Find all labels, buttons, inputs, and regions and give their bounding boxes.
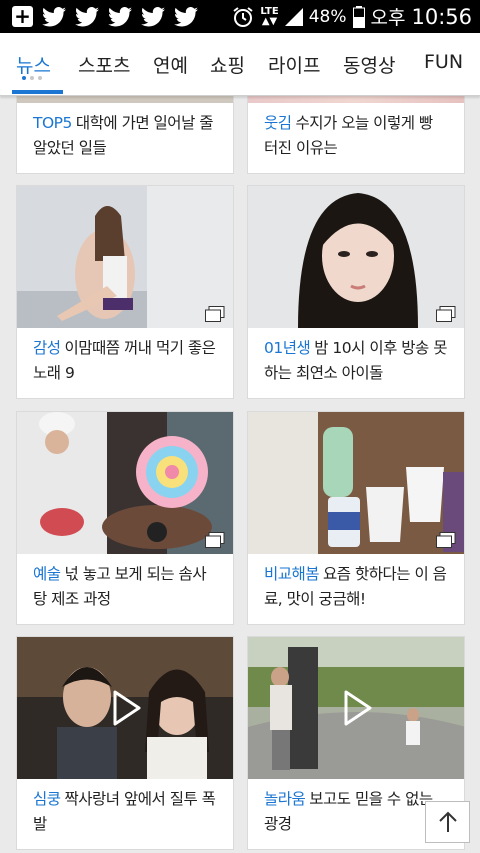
play-icon[interactable] — [334, 686, 378, 730]
card-thumbnail — [248, 637, 464, 779]
card-thumbnail — [17, 412, 233, 554]
twitter-icon — [108, 6, 132, 26]
twitter-icon — [141, 6, 165, 26]
tab-fun[interactable]: FUN — [424, 51, 463, 73]
gallery-icon — [205, 306, 225, 322]
content-card[interactable]: 감성 이맘때쯤 꺼내 먹기 좋은 노래 9 — [16, 185, 234, 399]
add-notification-icon: + — [12, 6, 33, 27]
card-thumbnail — [248, 412, 464, 554]
card-caption: 예술 넋 놓고 보게 되는 솜사탕 제조 과정 — [33, 565, 207, 608]
status-bar: + LTE ▲▼ 48% 오후 10:56 — [0, 0, 480, 33]
time-ampm: 오후 — [370, 7, 406, 29]
card-thumbnail — [17, 186, 233, 328]
clock: 10:56 — [411, 4, 472, 29]
card-caption: 웃김 수지가 오늘 이렇게 빵 터진 이유는 — [264, 114, 433, 157]
card-caption: 비교해봄 요즘 핫하다는 이 음료, 맛이 궁금해! — [264, 565, 447, 608]
content-card[interactable]: 01년생 밤 10시 이후 방송 못하는 최연소 아이돌 — [247, 185, 465, 399]
active-tab-indicator — [12, 90, 63, 94]
content-card[interactable]: 심쿵 짝사랑녀 앞에서 질투 폭발 — [16, 636, 234, 850]
gallery-icon — [205, 532, 225, 548]
card-caption: TOP5 대학에 가면 일어날 줄 알았던 일들 — [33, 114, 214, 157]
twitter-icon — [42, 6, 66, 26]
content-card[interactable]: 예술 넋 놓고 보게 되는 솜사탕 제조 과정 — [16, 411, 234, 625]
card-thumbnail — [17, 637, 233, 779]
scroll-to-top-button[interactable] — [425, 801, 470, 843]
card-caption: 심쿵 짝사랑녀 앞에서 질투 폭발 — [33, 790, 216, 833]
network-type-label: LTE ▲▼ — [260, 5, 279, 27]
gallery-icon — [436, 532, 456, 548]
content-card[interactable]: 비교해봄 요즘 핫하다는 이 음료, 맛이 궁금해! — [247, 411, 465, 625]
card-caption: 감성 이맘때쯤 꺼내 먹기 좋은 노래 9 — [33, 339, 216, 382]
alarm-icon — [233, 6, 253, 27]
play-icon[interactable] — [103, 686, 147, 730]
tab-sports[interactable]: 스포츠 — [78, 51, 130, 78]
tab-video[interactable]: 동영상 — [343, 51, 395, 78]
card-thumbnail — [248, 186, 464, 328]
tab-news[interactable]: 뉴스 — [16, 51, 51, 78]
tab-shopping[interactable]: 쇼핑 — [210, 51, 245, 78]
category-tab-bar: 뉴스 스포츠 연예 쇼핑 라이프 동영상 FUN — [0, 33, 480, 96]
tab-life[interactable]: 라이프 — [268, 51, 320, 78]
battery-icon — [352, 5, 365, 28]
signal-icon — [284, 7, 303, 26]
card-caption: 01년생 밤 10시 이후 방송 못하는 최연소 아이돌 — [264, 339, 448, 382]
tab-entertainment[interactable]: 연예 — [153, 51, 188, 78]
twitter-icon — [174, 6, 198, 26]
twitter-icon — [75, 6, 99, 26]
arrow-up-icon — [438, 811, 457, 832]
battery-percent: 48% — [308, 6, 347, 27]
gallery-icon — [436, 306, 456, 322]
